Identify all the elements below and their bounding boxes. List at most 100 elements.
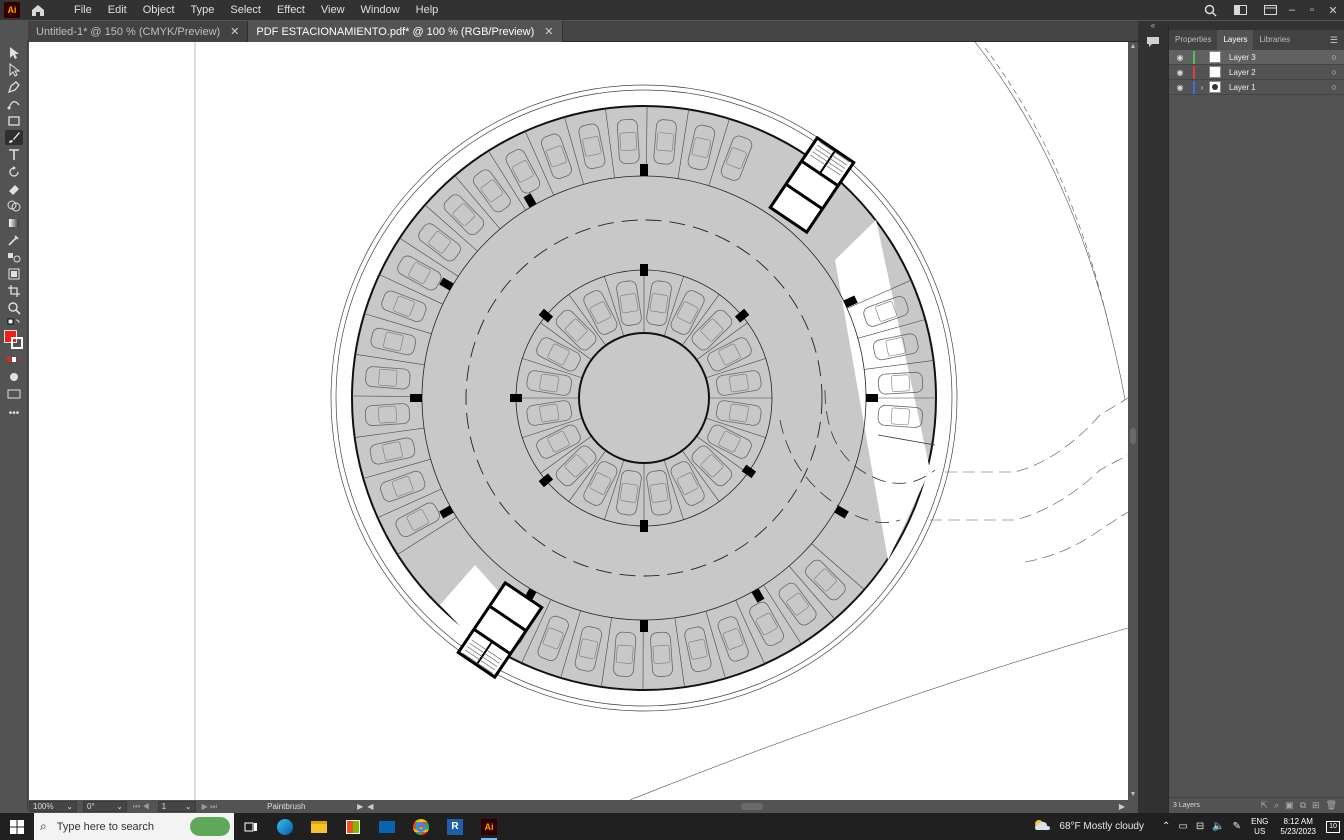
maximize-icon[interactable]: ▫ xyxy=(1302,0,1322,20)
eyedropper-tool-icon[interactable] xyxy=(5,232,23,247)
comments-icon[interactable] xyxy=(1144,34,1162,50)
blend-tool-icon[interactable] xyxy=(5,249,23,264)
eraser-tool-icon[interactable] xyxy=(5,181,23,196)
artboard-prev-icon[interactable]: ⏮ ◀ xyxy=(133,802,150,812)
artboard-number-field[interactable]: 1 ⌄ xyxy=(157,801,196,812)
selection-tool-icon[interactable] xyxy=(5,45,23,60)
make-clipping-mask-icon[interactable]: ▣ xyxy=(1285,800,1294,811)
illustrator-taskbar-icon[interactable]: Ai xyxy=(472,813,506,840)
home-icon[interactable] xyxy=(30,2,46,18)
search-icon[interactable] xyxy=(1198,0,1222,20)
artboard-tool-icon[interactable] xyxy=(5,266,23,281)
menu-type[interactable]: Type xyxy=(183,0,223,20)
tab-untitled[interactable]: Untitled-1* @ 150 % (CMYK/Preview) ✕ xyxy=(28,21,249,42)
battery-icon[interactable]: ▭ xyxy=(1178,821,1187,832)
rotate-tool-icon[interactable] xyxy=(5,164,23,179)
layer-target-icon[interactable]: ○ xyxy=(1324,52,1344,62)
artboard-canvas[interactable] xyxy=(29,42,1128,800)
layer-row[interactable]: ◉ Layer 3 ○ xyxy=(1169,50,1344,65)
screen-mode-icon[interactable] xyxy=(5,386,23,401)
taskbar-search-box[interactable]: ⌕ Type here to search xyxy=(34,813,234,840)
visibility-eye-icon[interactable]: ◉ xyxy=(1169,83,1191,92)
layer-name[interactable]: Layer 2 xyxy=(1229,68,1324,77)
close-window-icon[interactable]: ✕ xyxy=(1322,0,1344,20)
network-icon[interactable]: ⊟ xyxy=(1196,821,1204,832)
chrome-icon[interactable] xyxy=(404,813,438,840)
status-menu-icon[interactable]: ▶ xyxy=(357,802,363,811)
layer-row[interactable]: ◉ › Layer 1 ○ xyxy=(1169,80,1344,95)
notifications-icon[interactable]: 10 xyxy=(1322,813,1344,840)
edge-browser-icon[interactable] xyxy=(268,813,302,840)
tab-properties[interactable]: Properties xyxy=(1169,30,1217,50)
menu-select[interactable]: Select xyxy=(222,0,269,20)
panel-menu-icon[interactable]: ☰ xyxy=(1330,35,1338,46)
artboard-next-icon[interactable]: ▶ ⏭ xyxy=(202,802,218,812)
close-icon[interactable]: ✕ xyxy=(230,25,239,38)
parking-floor-plan[interactable] xyxy=(29,42,1128,800)
more-tools-icon[interactable]: ••• xyxy=(5,406,23,421)
scroll-up-icon[interactable]: ▲ xyxy=(1128,42,1138,52)
volume-icon[interactable]: 🔈 xyxy=(1212,821,1224,832)
tab-layers[interactable]: Layers xyxy=(1217,30,1254,50)
rotation-field[interactable]: 0° ⌄ xyxy=(83,801,127,812)
arrange-documents-icon[interactable] xyxy=(1258,0,1282,20)
visibility-eye-icon[interactable]: ◉ xyxy=(1169,53,1191,62)
type-tool-icon[interactable] xyxy=(5,147,23,162)
color-mode-icon[interactable] xyxy=(5,352,23,367)
scroll-right-icon[interactable]: ▶ xyxy=(1119,802,1125,811)
task-view-icon[interactable] xyxy=(234,813,268,840)
menu-file[interactable]: File xyxy=(66,0,100,20)
mail-icon[interactable] xyxy=(370,813,404,840)
delete-layer-icon[interactable]: 🗑 xyxy=(1326,800,1337,811)
minimize-icon[interactable]: – xyxy=(1282,0,1302,20)
paintbrush-tool-icon[interactable] xyxy=(5,130,23,145)
rectangle-tool-icon[interactable] xyxy=(5,113,23,128)
show-hidden-icons-icon[interactable]: ⌃ xyxy=(1162,821,1170,832)
close-icon[interactable]: ✕ xyxy=(544,25,553,38)
menu-help[interactable]: Help xyxy=(408,0,447,20)
language-indicator[interactable]: ENG US xyxy=(1251,817,1268,837)
clock[interactable]: 8:12 AM 5/23/2023 xyxy=(1280,817,1316,837)
vertical-scrollbar[interactable]: ▲ ▼ xyxy=(1128,42,1138,800)
menu-edit[interactable]: Edit xyxy=(100,0,135,20)
pen-tool-icon[interactable] xyxy=(5,79,23,94)
vertical-scroll-thumb[interactable] xyxy=(1130,428,1136,444)
crop-tool-icon[interactable] xyxy=(5,283,23,298)
layer-row[interactable]: ◉ Layer 2 ○ xyxy=(1169,65,1344,80)
weather-text[interactable]: 68°F Mostly cloudy xyxy=(1059,821,1144,832)
horizontal-scroll-thumb[interactable] xyxy=(741,803,763,810)
zoom-level-field[interactable]: 100% ⌄ xyxy=(29,801,77,812)
menu-object[interactable]: Object xyxy=(135,0,183,20)
menu-window[interactable]: Window xyxy=(353,0,408,20)
scroll-down-icon[interactable]: ▼ xyxy=(1128,790,1138,800)
collapse-arrows-icon[interactable]: « xyxy=(1138,21,1168,30)
curvature-tool-icon[interactable] xyxy=(5,96,23,111)
new-sublayer-icon[interactable]: ⧉ xyxy=(1300,800,1306,811)
layer-name[interactable]: Layer 1 xyxy=(1229,83,1324,92)
locate-object-icon[interactable]: ⌕ xyxy=(1274,800,1279,811)
menu-view[interactable]: View xyxy=(313,0,353,20)
scroll-left-icon[interactable]: ◀ xyxy=(367,802,373,811)
menu-effect[interactable]: Effect xyxy=(269,0,313,20)
draw-mode-icon[interactable] xyxy=(5,369,23,384)
pen-workspace-icon[interactable]: ✎ xyxy=(1233,821,1241,832)
microsoft-store-icon[interactable] xyxy=(336,813,370,840)
zoom-tool-icon[interactable] xyxy=(5,300,23,315)
shape-builder-tool-icon[interactable] xyxy=(5,198,23,213)
direct-selection-tool-icon[interactable] xyxy=(5,62,23,77)
tab-estacionamiento[interactable]: PDF ESTACIONAMIENTO.pdf* @ 100 % (RGB/Pr… xyxy=(248,21,563,42)
layer-name[interactable]: Layer 3 xyxy=(1229,53,1324,62)
workspace-switcher-icon[interactable] xyxy=(1222,0,1258,20)
gradient-tool-icon[interactable] xyxy=(5,215,23,230)
layer-target-icon[interactable]: ○ xyxy=(1324,82,1344,92)
visibility-eye-icon[interactable]: ◉ xyxy=(1169,68,1191,77)
file-explorer-icon[interactable] xyxy=(302,813,336,840)
expand-chevron-icon[interactable]: › xyxy=(1195,83,1209,92)
stroke-color-swatch[interactable] xyxy=(11,337,23,349)
layer-target-icon[interactable]: ○ xyxy=(1324,67,1344,77)
windows-start-icon[interactable] xyxy=(0,813,34,840)
weather-cloud-icon[interactable] xyxy=(1033,819,1051,834)
revit-icon[interactable]: R xyxy=(438,813,472,840)
tab-libraries[interactable]: Libraries xyxy=(1253,30,1296,50)
new-layer-icon[interactable]: ⊞ xyxy=(1312,800,1320,811)
